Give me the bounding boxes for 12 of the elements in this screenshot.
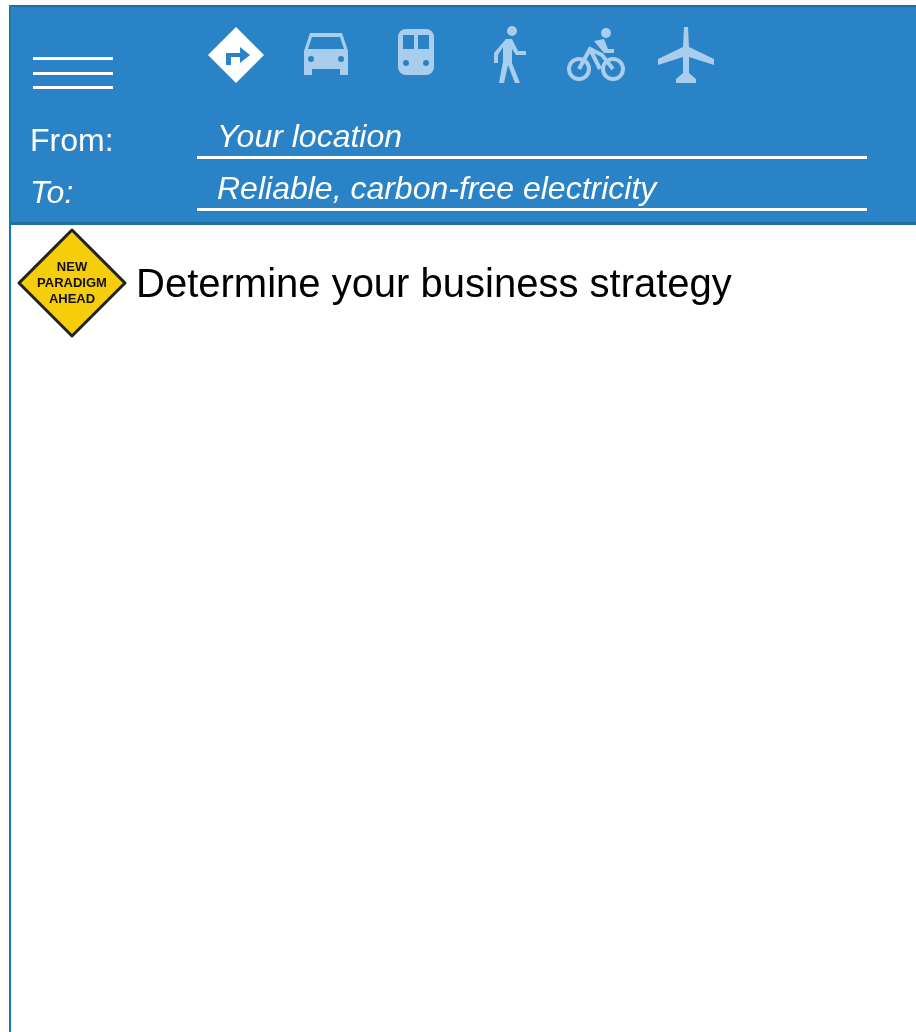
- menu-icon[interactable]: [33, 57, 113, 89]
- sign-text: PARADIGM: [37, 275, 107, 291]
- heading: Determine your business strategy: [136, 260, 732, 306]
- input-field[interactable]: Reliable, carbon-free electricity: [197, 168, 867, 211]
- sign-text: AHEAD: [48, 291, 96, 307]
- field-label: To:: [29, 174, 75, 211]
- plane-icon: [656, 25, 716, 85]
- directions-icon: [206, 25, 266, 85]
- diamond-sign-icon: [16, 227, 128, 339]
- field-label: From:: [29, 122, 115, 159]
- input-field[interactable]: Your location: [197, 116, 867, 159]
- sign-text: NEW: [56, 259, 88, 275]
